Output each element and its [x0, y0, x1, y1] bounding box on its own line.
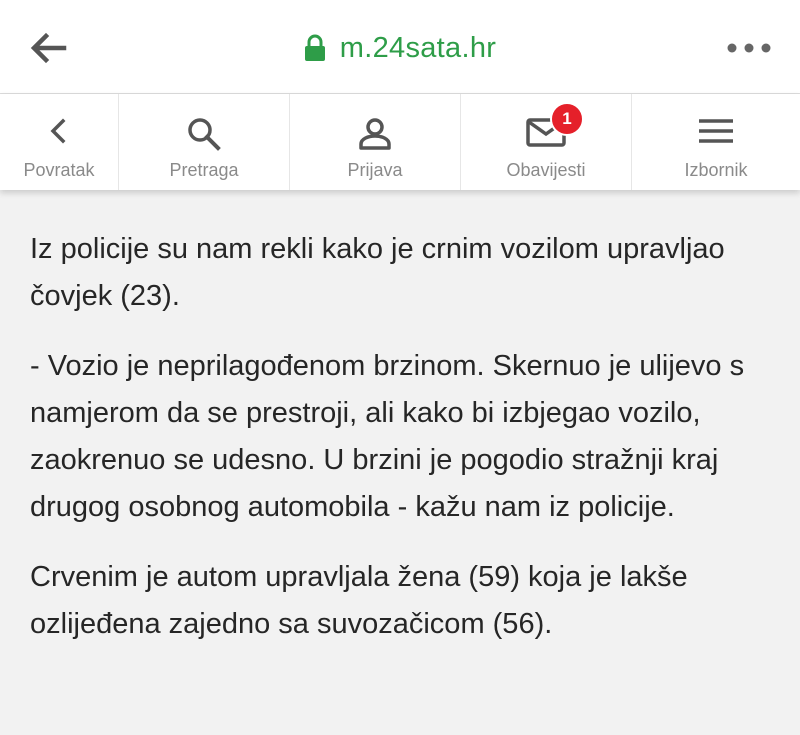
- article-paragraph: Iz policije su nam rekli kako je crnim v…: [30, 233, 725, 312]
- nav-label: Prijava: [347, 160, 403, 180]
- nav-label: Pretraga: [169, 160, 239, 180]
- nav-label: Obavijesti: [506, 160, 586, 180]
- notification-badge: 1: [550, 102, 584, 136]
- browser-toolbar: m.24sata.hr: [0, 0, 800, 94]
- site-nav-bar: Povratak Pretraga Prijava 1 Obavijesti I…: [0, 94, 800, 190]
- article-paragraph: - Vozio je neprilagođenom brzinom. Skern…: [30, 350, 745, 523]
- hamburger-menu-icon: [699, 119, 733, 143]
- nav-item-obavijesti[interactable]: 1 Obavijesti: [461, 94, 632, 190]
- search-icon: [188, 118, 221, 151]
- nav-item-izbornik[interactable]: Izbornik: [632, 94, 800, 190]
- more-dots-icon[interactable]: [726, 38, 772, 58]
- article-body: Iz policije su nam rekli kako je crnim v…: [30, 226, 775, 671]
- nav-label: Izbornik: [684, 160, 748, 180]
- nav-label: Povratak: [23, 160, 95, 180]
- article-paragraph: Crvenim je autom upravljala žena (59) ko…: [30, 561, 688, 640]
- nav-item-povratak[interactable]: Povratak: [0, 94, 119, 190]
- url-text: m.24sata.hr: [339, 31, 497, 64]
- user-icon: [359, 118, 391, 150]
- lock-icon: [304, 34, 325, 61]
- address-bar[interactable]: m.24sata.hr: [0, 28, 800, 68]
- nav-item-prijava[interactable]: Prijava: [290, 94, 461, 190]
- nav-item-pretraga[interactable]: Pretraga: [119, 94, 290, 190]
- chevron-left-icon: [50, 118, 66, 144]
